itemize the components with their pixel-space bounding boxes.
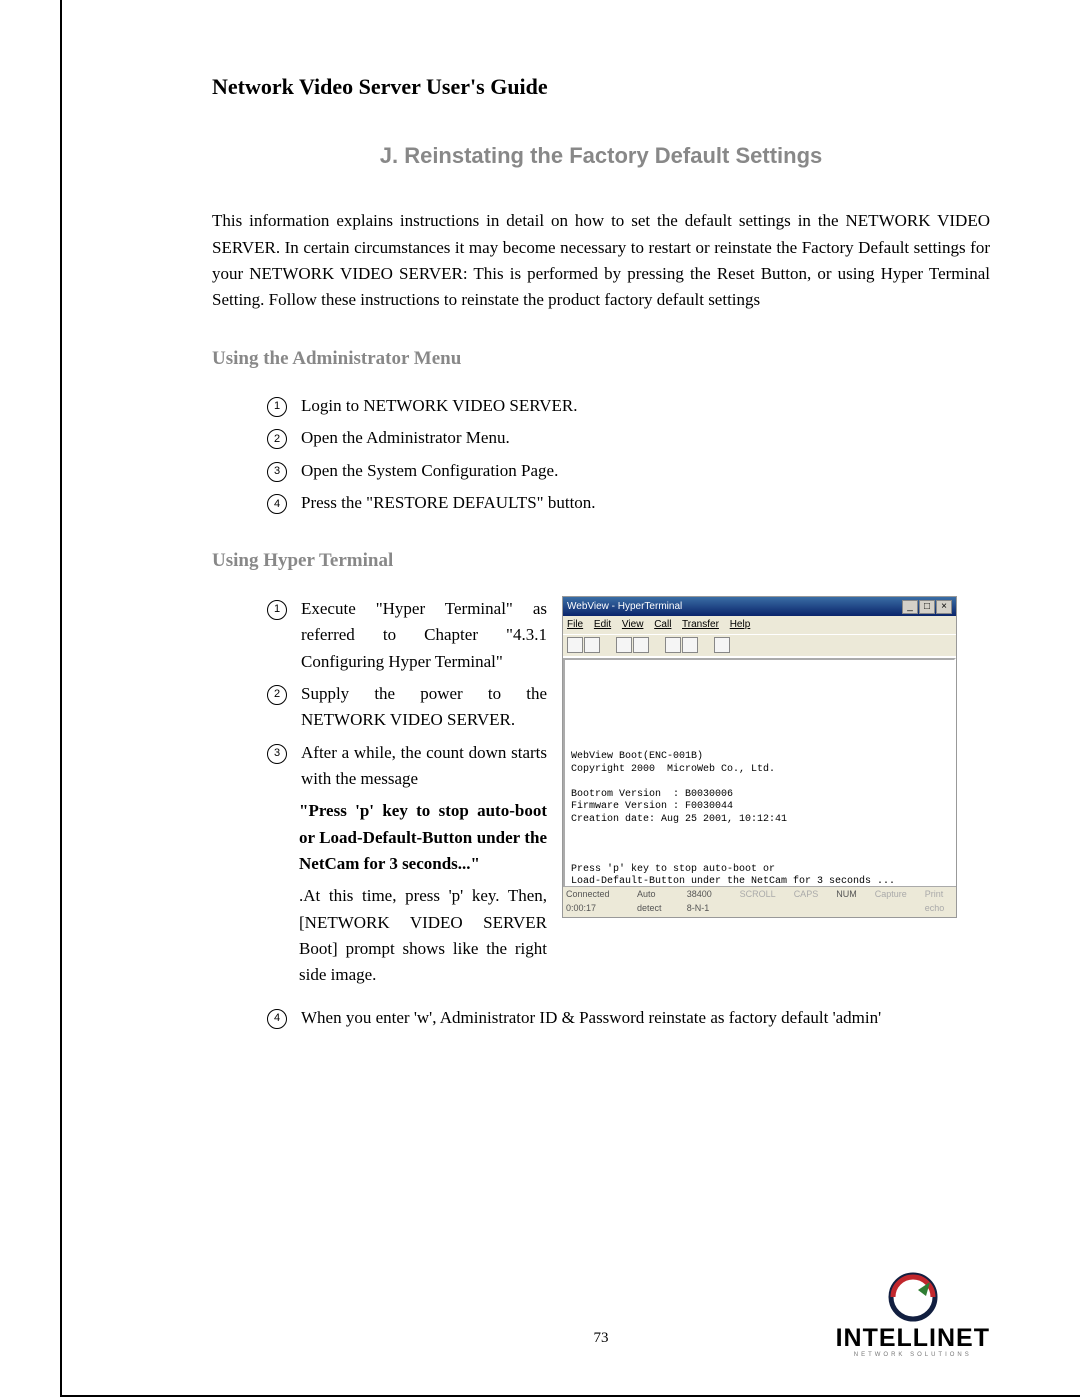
step-text: Supply the power to the NETWORK VIDEO SE… (301, 681, 547, 734)
step-text: Execute "Hyper Terminal" as referred to … (301, 596, 547, 675)
status-detect: Auto detect (637, 888, 669, 916)
list-item: 4 When you enter 'w', Administrator ID & … (267, 1005, 990, 1031)
admin-steps-list: 1 Login to NETWORK VIDEO SERVER. 2 Open th… (212, 393, 990, 516)
open-icon[interactable] (584, 637, 600, 653)
step-marker: 3 (267, 744, 287, 764)
disconnect-icon[interactable] (633, 637, 649, 653)
step-marker: 4 (267, 1009, 287, 1029)
status-capture: Capture (875, 888, 907, 916)
menu-view[interactable]: View (622, 619, 644, 630)
step-text: .At this time, press 'p' key. Then, [NET… (299, 883, 547, 988)
status-printecho: Print echo (925, 888, 953, 916)
document-page: Network Video Server User's Guide J. Rei… (60, 0, 1080, 1397)
minimize-icon[interactable]: _ (902, 600, 918, 614)
list-item: 3 Open the System Configuration Page. (267, 458, 990, 484)
section-heading: J. Reinstating the Factory Default Setti… (212, 139, 990, 173)
list-item: 4 Press the "RESTORE DEFAULTS" button. (267, 490, 990, 516)
receive-icon[interactable] (682, 637, 698, 653)
status-connected: Connected 0:00:17 (566, 888, 619, 916)
status-baud: 38400 8-N-1 (687, 888, 722, 916)
window-titlebar: WebView - HyperTerminal _□× (563, 597, 956, 617)
status-num: NUM (836, 888, 857, 916)
properties-icon[interactable] (714, 637, 730, 653)
list-item: 2 Supply the power to the NETWORK VIDEO S… (267, 681, 547, 734)
admin-subheading: Using the Administrator Menu (212, 344, 990, 373)
hyper-steps-column: 1 Execute "Hyper Terminal" as referred to… (267, 596, 547, 995)
step-text: After a while, the count down starts wit… (301, 740, 547, 793)
maximize-icon[interactable]: □ (919, 600, 935, 614)
step-marker: 4 (267, 494, 287, 514)
menu-bar: File Edit View Call Transfer Help (563, 616, 956, 634)
menu-call[interactable]: Call (654, 619, 671, 630)
step-text: Open the System Configuration Page. (301, 458, 990, 484)
logo-mark-icon (888, 1272, 938, 1322)
menu-edit[interactable]: Edit (594, 619, 611, 630)
step-text: Press the "RESTORE DEFAULTS" button. (301, 490, 990, 516)
status-bar: Connected 0:00:17 Auto detect 38400 8-N-… (563, 886, 956, 917)
list-item: "Press 'p' key to stop auto-boot or Load… (267, 798, 547, 877)
hyper-step4-row: 4 When you enter 'w', Administrator ID & … (212, 1005, 990, 1031)
step-text: Open the Administrator Menu. (301, 425, 990, 451)
window-controls: _□× (901, 599, 952, 615)
hyper-section: 1 Execute "Hyper Terminal" as referred to… (212, 596, 990, 995)
brand-logo: INTELLINET NETWORK SOLUTIONS (836, 1272, 990, 1360)
close-icon[interactable]: × (936, 600, 952, 614)
page-header: Network Video Server User's Guide (212, 70, 990, 104)
step-text: Login to NETWORK VIDEO SERVER. (301, 393, 990, 419)
send-icon[interactable] (665, 637, 681, 653)
window-title: WebView - HyperTerminal (567, 599, 682, 615)
step-marker: 1 (267, 600, 287, 620)
terminal-column: WebView - HyperTerminal _□× File Edit Vi… (562, 596, 990, 918)
toolbar (563, 634, 956, 658)
list-item: 1 Login to NETWORK VIDEO SERVER. (267, 393, 990, 419)
logo-tagline: NETWORK SOLUTIONS (836, 1351, 990, 1360)
hyperterminal-window: WebView - HyperTerminal _□× File Edit Vi… (562, 596, 957, 918)
status-caps: CAPS (794, 888, 819, 916)
bold-message: "Press 'p' key to stop auto-boot or Load… (299, 798, 547, 877)
intro-paragraph: This information explains instructions i… (212, 208, 990, 313)
terminal-output: WebView Boot(ENC-001B) Copyright 2000 Mi… (563, 658, 956, 906)
status-scroll: SCROLL (740, 888, 776, 916)
logo-brand: INTELLINET (836, 1326, 990, 1351)
step-marker: 2 (267, 429, 287, 449)
list-item: 3 After a while, the count down starts wi… (267, 740, 547, 793)
list-item: 1 Execute "Hyper Terminal" as referred to… (267, 596, 547, 675)
menu-help[interactable]: Help (730, 619, 751, 630)
hyper-subheading: Using Hyper Terminal (212, 546, 990, 575)
list-item: .At this time, press 'p' key. Then, [NET… (267, 883, 547, 988)
step-text: When you enter 'w', Administrator ID & P… (301, 1005, 881, 1031)
new-icon[interactable] (567, 637, 583, 653)
menu-file[interactable]: File (567, 619, 583, 630)
step-marker: 3 (267, 462, 287, 482)
menu-transfer[interactable]: Transfer (682, 619, 719, 630)
step-marker: 2 (267, 685, 287, 705)
connect-icon[interactable] (616, 637, 632, 653)
list-item: 2 Open the Administrator Menu. (267, 425, 990, 451)
step-marker: 1 (267, 397, 287, 417)
